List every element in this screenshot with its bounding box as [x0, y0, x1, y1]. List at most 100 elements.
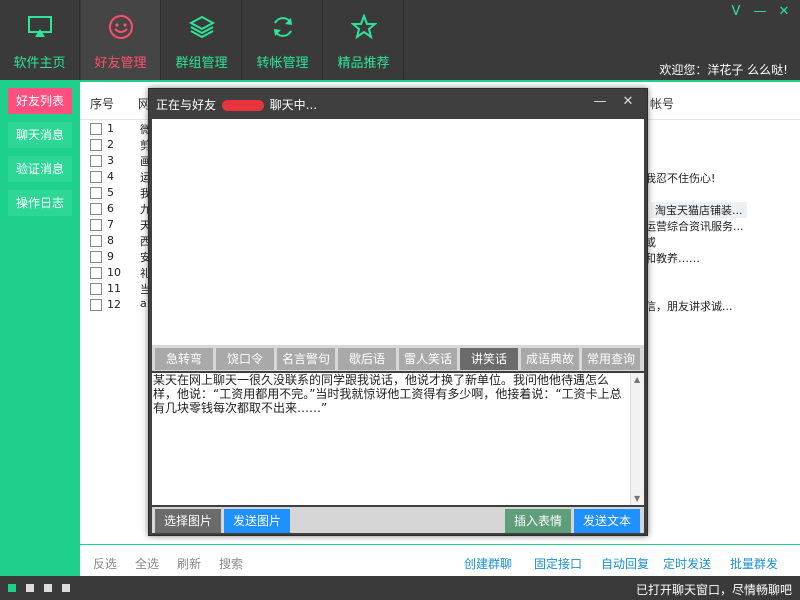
row-index: 12 — [107, 298, 121, 311]
status-dot — [8, 584, 16, 592]
message-input[interactable]: 某天在网上聊天一很久没联系的同学跟我说话，他说才换了新单位。我问他他待遇怎么样，… — [152, 373, 644, 505]
row-checkbox[interactable] — [90, 187, 102, 199]
row-note: 和教养…… — [645, 252, 700, 265]
top-navigation-bar: 软件主页 好友管理 群组管理 转帐管理 精品推荐 V — ✕ 欢迎您：洋花子 么… — [0, 0, 800, 80]
header-index: 序号 — [90, 97, 115, 111]
redacted-friend-name — [221, 100, 264, 111]
nav-recommend[interactable]: 精品推荐 — [324, 0, 404, 80]
smiley-icon — [109, 15, 133, 39]
nav-groups[interactable]: 群组管理 — [162, 0, 242, 80]
bulk-send-link[interactable]: 批量群发 — [730, 555, 778, 572]
sidebar-item-chat-messages[interactable]: 聊天消息 — [8, 122, 72, 148]
row-name: a — [140, 297, 147, 310]
sidebar: 好友列表 聊天消息 验证消息 操作日志 — [0, 80, 80, 576]
row-index: 10 — [107, 266, 121, 279]
status-text: 已打开聊天窗口，尽情畅聊吧 — [635, 583, 792, 597]
sidebar-item-friend-list[interactable]: 好友列表 — [8, 88, 72, 114]
header-account: 帐号 — [650, 97, 675, 111]
tab-silly-jokes[interactable]: 雷人笑话 — [399, 348, 457, 370]
row-checkbox[interactable] — [90, 155, 102, 167]
auto-reply-link[interactable]: 自动回复 — [601, 555, 649, 572]
search-link[interactable]: 搜索 — [219, 555, 243, 572]
tab-tell-joke[interactable]: 讲笑话 — [460, 348, 518, 370]
row-checkbox[interactable] — [90, 235, 102, 247]
row-checkbox[interactable] — [90, 283, 102, 295]
input-scrollbar[interactable]: ▲ ▼ — [630, 373, 644, 505]
send-image-button[interactable]: 发送图片 — [224, 509, 290, 533]
nav-groups-label: 群组管理 — [175, 56, 228, 71]
row-checkbox[interactable] — [90, 171, 102, 183]
row-index: 9 — [107, 250, 114, 263]
dialog-title-suffix: 聊天中... — [269, 98, 318, 112]
status-dot — [62, 584, 70, 592]
row-checkbox[interactable] — [90, 299, 102, 311]
restore-button[interactable]: — — [752, 4, 768, 20]
row-checkbox[interactable] — [90, 203, 102, 215]
row-index: 11 — [107, 282, 121, 295]
row-index: 3 — [107, 154, 114, 167]
select-all-link[interactable]: 全选 — [135, 555, 159, 572]
fixed-interface-link[interactable]: 固定接口 — [534, 555, 582, 572]
row-note: 我忍不住伤心! — [645, 172, 716, 185]
row-checkbox[interactable] — [90, 251, 102, 263]
quick-phrase-tabs: 急转弯 饶口令 名言警句 歇后语 雷人笑话 讲笑话 成语典故 常用查询 — [152, 345, 644, 371]
dialog-minimize-button[interactable]: — — [591, 93, 609, 111]
tab-famous-quotes[interactable]: 名言警句 — [277, 348, 335, 370]
row-checkbox[interactable] — [90, 123, 102, 135]
row-note: 信，朋友讲求诚... — [645, 300, 733, 313]
nav-transfer-label: 转帐管理 — [256, 56, 309, 71]
row-checkbox[interactable] — [90, 267, 102, 279]
message-input-text: 某天在网上聊天一很久没联系的同学跟我说话，他说才换了新单位。我问他他待遇怎么样，… — [153, 373, 622, 415]
dialog-title-prefix: 正在与好友 — [156, 98, 217, 112]
layers-icon — [189, 15, 215, 39]
list-bottom-bar: 反选 全选 刷新 搜索 创建群聊 固定接口 自动回复 定时发送 批量群发 — [80, 544, 800, 578]
row-index: 4 — [107, 170, 114, 183]
row-index: 5 — [107, 186, 114, 199]
select-image-button[interactable]: 选择图片 — [155, 509, 221, 533]
nav-home-label: 软件主页 — [13, 56, 66, 71]
scroll-up-arrow-icon[interactable]: ▲ — [634, 375, 640, 384]
star-icon — [351, 14, 377, 40]
sidebar-item-operation-log[interactable]: 操作日志 — [8, 190, 72, 216]
chat-dialog: 正在与好友 聊天中... — ✕ 急转弯 饶口令 名言警句 歇后语 雷人笑话 讲… — [148, 88, 648, 536]
status-dot — [44, 584, 52, 592]
row-note: 运营综合资讯服务... — [645, 220, 744, 233]
nav-transfer[interactable]: 转帐管理 — [243, 0, 323, 80]
status-dot — [26, 584, 34, 592]
send-text-button[interactable]: 发送文本 — [574, 509, 640, 533]
dialog-title: 正在与好友 聊天中... — [156, 96, 317, 113]
nav-recommend-label: 精品推荐 — [337, 56, 390, 71]
scroll-down-arrow-icon[interactable]: ▼ — [634, 494, 640, 503]
dialog-actions: 选择图片 发送图片 插入表情 发送文本 — [152, 507, 644, 533]
insert-emoji-button[interactable]: 插入表情 — [505, 509, 571, 533]
scheduled-send-link[interactable]: 定时发送 — [663, 555, 711, 572]
minimize-button[interactable]: V — [728, 4, 744, 20]
tab-brain-teaser[interactable]: 急转弯 — [155, 348, 213, 370]
row-index: 2 — [107, 138, 114, 151]
refresh-icon — [274, 17, 292, 37]
close-button[interactable]: ✕ — [776, 4, 792, 20]
row-index: 7 — [107, 218, 114, 231]
tab-tongue-twister[interactable]: 饶口令 — [216, 348, 274, 370]
tab-common-lookup[interactable]: 常用查询 — [582, 348, 640, 370]
status-bar: 已打开聊天窗口，尽情畅聊吧 — [0, 576, 800, 600]
nav-friends[interactable]: 好友管理 — [81, 0, 161, 80]
row-checkbox[interactable] — [90, 139, 102, 151]
nav-home[interactable]: 软件主页 — [0, 0, 80, 80]
dialog-close-button[interactable]: ✕ — [619, 93, 637, 111]
tab-xiehouyu[interactable]: 歇后语 — [338, 348, 396, 370]
create-group-chat-link[interactable]: 创建群聊 — [464, 555, 512, 572]
nav-friends-label: 好友管理 — [94, 56, 147, 71]
invert-selection-link[interactable]: 反选 — [93, 555, 117, 572]
row-index: 6 — [107, 202, 114, 215]
chat-history — [152, 119, 644, 345]
welcome-text: 欢迎您：洋花子 么么哒! — [659, 63, 788, 77]
row-index: 1 — [107, 122, 114, 135]
row-checkbox[interactable] — [90, 219, 102, 231]
row-index: 8 — [107, 234, 114, 247]
sidebar-item-verify-messages[interactable]: 验证消息 — [8, 156, 72, 182]
tab-idiom-stories[interactable]: 成语典故 — [521, 348, 579, 370]
refresh-link[interactable]: 刷新 — [177, 555, 201, 572]
monitor-icon — [28, 16, 52, 37]
row-note: 淘宝天猫店铺装... — [651, 202, 747, 218]
